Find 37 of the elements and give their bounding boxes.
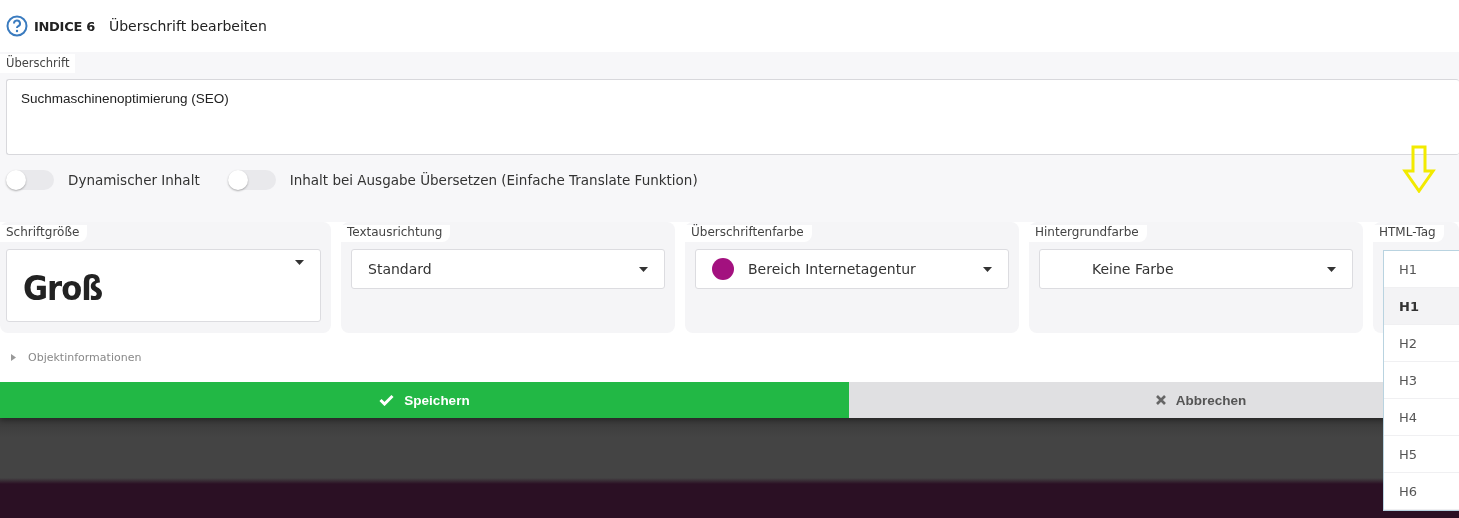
select-label: Überschriftenfarbe (685, 225, 812, 242)
field-label: Überschrift (0, 54, 76, 73)
toggle-switch[interactable] (227, 170, 276, 190)
dialog-title: Überschrift bearbeiten (108, 18, 267, 34)
caret-icon (295, 260, 304, 265)
select-label: HTML-Tag (1373, 225, 1444, 242)
select-label: Hintergrundfarbe (1029, 225, 1147, 242)
select-value: Standard (368, 261, 433, 277)
toggle-label: Dynamischer Inhalt (68, 172, 200, 188)
select-field[interactable]: Bereich Internetagentur (695, 249, 1009, 289)
check-icon (379, 394, 395, 406)
caret-icon[interactable] (11, 354, 16, 361)
select-value: Bereich Internetagentur (748, 261, 917, 277)
select-field[interactable]: Keine Farbe (1039, 249, 1353, 289)
caret-icon (983, 266, 992, 272)
select-label: Schriftgröße (0, 225, 88, 242)
close-icon (1155, 395, 1166, 405)
select-value: Keine Farbe (1092, 261, 1175, 277)
select-field[interactable]: Groß (6, 249, 321, 322)
caret-icon (1327, 266, 1336, 272)
select-value: Groß (23, 268, 104, 308)
select-field[interactable]: Standard (351, 249, 665, 289)
heading-input[interactable]: Suchmaschinenoptimierung (SEO) (6, 79, 1459, 155)
toggle-switch[interactable] (6, 170, 54, 190)
dropdown-option[interactable]: H2 (1384, 325, 1459, 362)
dropdown-option[interactable]: H4 (1384, 399, 1459, 436)
caret-icon (639, 266, 648, 272)
dropdown-option[interactable]: H1 (1384, 288, 1459, 325)
toggle-label: Inhalt bei Ausgabe Übersetzen (Einfache Translate Funktion) (289, 172, 698, 188)
dropdown-option[interactable]: H3 (1384, 362, 1459, 399)
object-info-toggle[interactable]: Objektinformationen (28, 351, 142, 364)
select-label: Textausrichtung (341, 225, 451, 242)
dropdown-option[interactable]: H5 (1384, 436, 1459, 473)
index-label: INDICE 6 (34, 18, 95, 34)
dropdown-option[interactable]: H6 (1384, 473, 1459, 510)
help-icon[interactable] (6, 15, 28, 37)
arrow-icon (1402, 145, 1436, 193)
